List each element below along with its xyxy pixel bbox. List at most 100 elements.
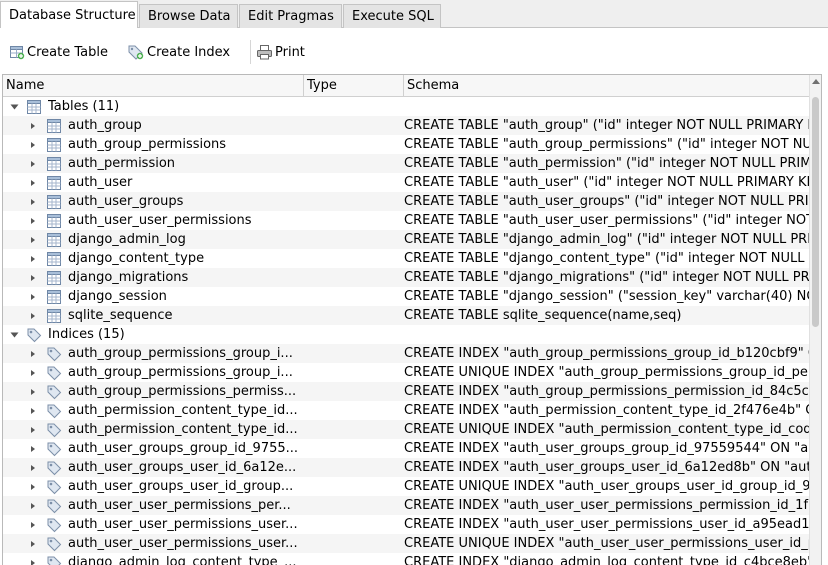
create-index-button[interactable]: Create Index	[127, 42, 230, 62]
tree-item-row[interactable]: auth_group_permissions_group_i... CREATE …	[3, 344, 809, 363]
collapsed-arrow-icon[interactable]	[27, 477, 39, 496]
table-icon	[46, 270, 62, 286]
index-icon	[46, 365, 62, 381]
collapsed-arrow-icon[interactable]	[27, 363, 39, 382]
tree-item-row[interactable]: auth_permission_content_type_id... CREATE…	[3, 420, 809, 439]
tree-item-row[interactable]: auth_user CREATE TABLE "auth_user" ("id" …	[3, 173, 809, 192]
create-index-icon	[128, 45, 144, 60]
item-schema: CREATE INDEX "auth_group_permissions_gro…	[404, 346, 809, 361]
collapsed-arrow-icon[interactable]	[27, 116, 39, 135]
item-name: auth_group	[68, 118, 142, 133]
item-name: django_content_type	[68, 251, 205, 266]
tree-item-row[interactable]: auth_user_user_permissions_user... CREATE…	[3, 534, 809, 553]
item-schema: CREATE INDEX "django_admin_log_content_t…	[404, 555, 809, 565]
tree-item-row[interactable]: auth_permission_content_type_id... CREATE…	[3, 401, 809, 420]
collapsed-arrow-icon[interactable]	[27, 401, 39, 420]
collapsed-arrow-icon[interactable]	[27, 287, 39, 306]
item-schema: CREATE UNIQUE INDEX "auth_permission_con…	[404, 422, 809, 437]
collapsed-arrow-icon[interactable]	[27, 534, 39, 553]
tab-browse-data[interactable]: Browse Data	[139, 4, 238, 28]
collapsed-arrow-icon[interactable]	[27, 382, 39, 401]
collapsed-arrow-icon[interactable]	[27, 306, 39, 325]
item-name: auth_user_user_permissions_user...	[68, 536, 298, 551]
tree-item-row[interactable]: django_migrations CREATE TABLE "django_mi…	[3, 268, 809, 287]
collapsed-arrow-icon[interactable]	[27, 249, 39, 268]
item-schema: CREATE INDEX "auth_permission_content_ty…	[404, 403, 809, 418]
tree-item-row[interactable]: auth_group CREATE TABLE "auth_group" ("id…	[3, 116, 809, 135]
item-schema: CREATE TABLE "auth_group" ("id" integer …	[404, 118, 809, 133]
collapsed-arrow-icon[interactable]	[27, 211, 39, 230]
index-icon	[46, 555, 62, 565]
group-label: Indices (15)	[48, 327, 125, 342]
print-button[interactable]: Print	[256, 42, 305, 62]
scrollbar-thumb[interactable]	[812, 97, 819, 327]
item-schema: CREATE TABLE "auth_user_groups" ("id" in…	[404, 194, 809, 209]
collapsed-arrow-icon[interactable]	[27, 173, 39, 192]
expanded-arrow-icon[interactable]	[8, 97, 20, 116]
table-icon	[46, 251, 62, 267]
collapsed-arrow-icon[interactable]	[27, 344, 39, 363]
item-schema: CREATE TABLE sqlite_sequence(name,seq)	[404, 308, 682, 323]
tree-item-row[interactable]: auth_user_user_permissions_per... CREATE …	[3, 496, 809, 515]
tree-item-row[interactable]: django_content_type CREATE TABLE "django_…	[3, 249, 809, 268]
item-name: auth_permission	[68, 156, 176, 171]
column-header-type[interactable]: Type	[304, 75, 404, 96]
collapsed-arrow-icon[interactable]	[27, 420, 39, 439]
tree-item-row[interactable]: auth_group_permissions_group_i... CREATE …	[3, 363, 809, 382]
column-header-name[interactable]: Name	[3, 75, 304, 96]
table-icon	[46, 308, 62, 324]
tab-database-structure[interactable]: Database Structure	[0, 1, 138, 29]
index-icon	[46, 517, 62, 533]
collapsed-arrow-icon[interactable]	[27, 135, 39, 154]
collapsed-arrow-icon[interactable]	[27, 496, 39, 515]
expanded-arrow-icon[interactable]	[8, 325, 20, 344]
item-schema: CREATE INDEX "auth_user_user_permissions…	[404, 498, 809, 513]
tree-item-row[interactable]: django_admin_log_content_type_... CREATE …	[3, 553, 809, 565]
tree-group-row[interactable]: Tables (11)	[3, 97, 809, 116]
tree-item-row[interactable]: auth_user_groups_user_id_6a12e... CREATE …	[3, 458, 809, 477]
tree-item-row[interactable]: sqlite_sequence CREATE TABLE sqlite_seque…	[3, 306, 809, 325]
tree-item-row[interactable]: auth_user_user_permissions CREATE TABLE "…	[3, 211, 809, 230]
collapsed-arrow-icon[interactable]	[27, 268, 39, 287]
collapsed-arrow-icon[interactable]	[27, 439, 39, 458]
index-icon	[46, 346, 62, 362]
create-table-button[interactable]: Create Table	[9, 42, 108, 62]
tab-execute-sql[interactable]: Execute SQL	[343, 4, 441, 28]
tree-item-row[interactable]: auth_group_permissions CREATE TABLE "auth…	[3, 135, 809, 154]
tree-item-row[interactable]: auth_user_user_permissions_user... CREATE…	[3, 515, 809, 534]
collapsed-arrow-icon[interactable]	[27, 458, 39, 477]
item-schema: CREATE TABLE "auth_user" ("id" integer N…	[404, 175, 809, 190]
item-name: auth_user_user_permissions_per...	[68, 498, 291, 513]
item-schema: CREATE TABLE "auth_group_permissions" ("…	[404, 137, 809, 152]
index-icon	[46, 536, 62, 552]
item-schema: CREATE UNIQUE INDEX "auth_user_groups_us…	[404, 479, 809, 494]
index-icon	[46, 441, 62, 457]
tree-item-row[interactable]: auth_user_groups_group_id_9755... CREATE …	[3, 439, 809, 458]
tree-rows: Tables (11) auth_group CREATE TABLE "auth_…	[3, 97, 809, 565]
scroll-up-icon[interactable]	[812, 79, 820, 84]
item-name: auth_permission_content_type_id...	[68, 403, 298, 418]
schema-tree[interactable]: Name Type Schema Tables (11) auth_group CR…	[2, 74, 822, 565]
collapsed-arrow-icon[interactable]	[27, 553, 39, 565]
collapsed-arrow-icon[interactable]	[27, 192, 39, 211]
collapsed-arrow-icon[interactable]	[27, 154, 39, 173]
item-schema: CREATE TABLE "auth_permission" ("id" int…	[404, 156, 809, 171]
collapsed-arrow-icon[interactable]	[27, 515, 39, 534]
tab-edit-pragmas[interactable]: Edit Pragmas	[239, 4, 342, 28]
tree-item-row[interactable]: django_admin_log CREATE TABLE "django_adm…	[3, 230, 809, 249]
tree-item-row[interactable]: auth_user_groups_user_id_group... CREATE …	[3, 477, 809, 496]
item-schema: CREATE INDEX "auth_user_groups_user_id_6…	[404, 460, 809, 475]
tree-item-row[interactable]: auth_user_groups CREATE TABLE "auth_user_…	[3, 192, 809, 211]
tree-item-row[interactable]: auth_group_permissions_permiss... CREATE …	[3, 382, 809, 401]
item-name: auth_user_groups	[68, 194, 184, 209]
tree-item-row[interactable]: auth_permission CREATE TABLE "auth_permis…	[3, 154, 809, 173]
tree-group-row[interactable]: Indices (15)	[3, 325, 809, 344]
table-icon	[26, 99, 42, 115]
item-schema: CREATE UNIQUE INDEX "auth_group_permissi…	[404, 365, 809, 380]
vertical-scrollbar[interactable]	[809, 75, 821, 565]
create-table-label: Create Table	[27, 44, 108, 60]
item-schema: CREATE INDEX "auth_group_permissions_per…	[404, 384, 809, 399]
collapsed-arrow-icon[interactable]	[27, 230, 39, 249]
tree-item-row[interactable]: django_session CREATE TABLE "django_sessi…	[3, 287, 809, 306]
column-header-schema[interactable]: Schema	[404, 75, 809, 96]
